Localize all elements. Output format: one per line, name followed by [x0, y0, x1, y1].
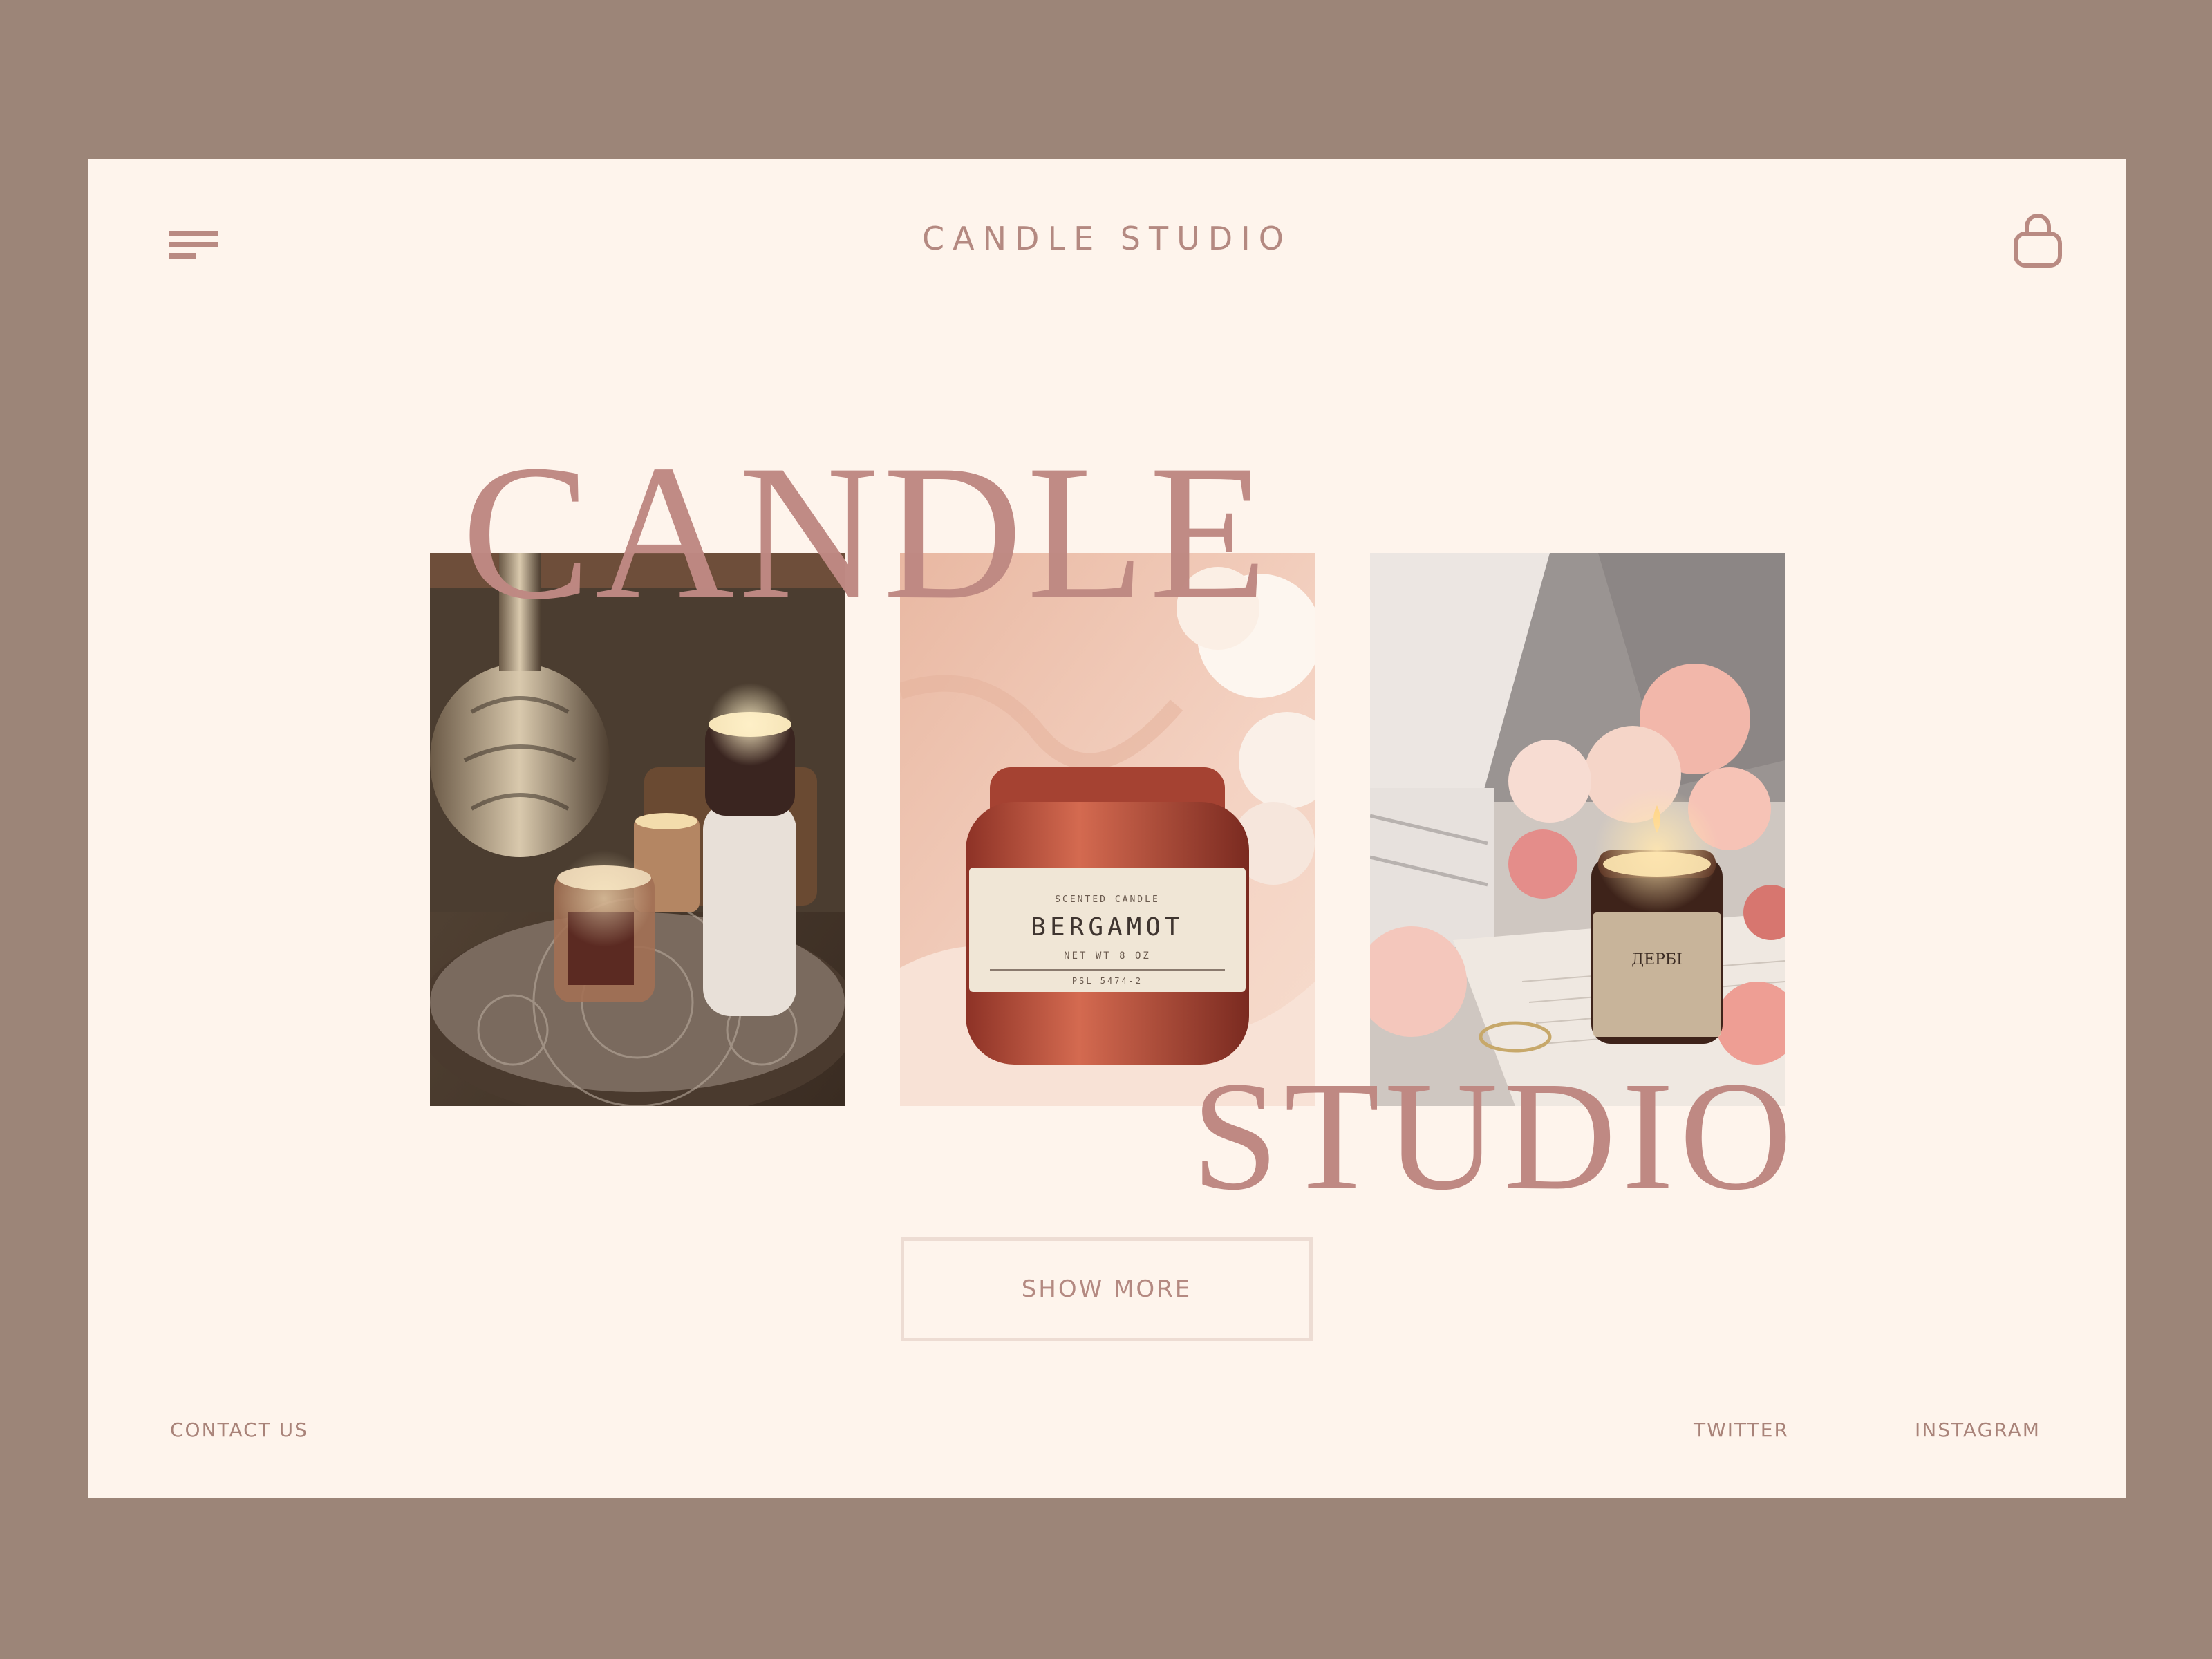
jar-label-sub: NET WT 8 OZ [1064, 950, 1151, 962]
twitter-link[interactable]: TWITTER [1694, 1418, 1789, 1441]
jar-label-code: PSL 5474-2 [1072, 976, 1143, 986]
shopping-bag-button[interactable] [2012, 212, 2064, 271]
brand-title[interactable]: CANDLE STUDIO [88, 220, 2126, 257]
landing-page: CANDLE STUDIO SCENTED CANDLE BERGAMOT NE… [88, 159, 2126, 1498]
hero-title-candle: CANDLE [462, 424, 1272, 639]
small-jar-label: ДЕРБІ [1631, 951, 1683, 968]
candle-with-flowers-photo: ДЕРБІ [1370, 553, 1785, 1106]
hero-title-studio: STUDIO [1192, 1049, 1798, 1222]
shopping-bag-icon [2014, 214, 2062, 268]
show-more-button[interactable]: SHOW MORE [901, 1237, 1313, 1341]
jar-label-main: BERGAMOT [1031, 913, 1183, 941]
contact-us-link[interactable]: CONTACT US [170, 1418, 308, 1441]
instagram-link[interactable]: INSTAGRAM [1915, 1418, 2041, 1441]
jar-label-top: SCENTED CANDLE [1055, 894, 1160, 905]
